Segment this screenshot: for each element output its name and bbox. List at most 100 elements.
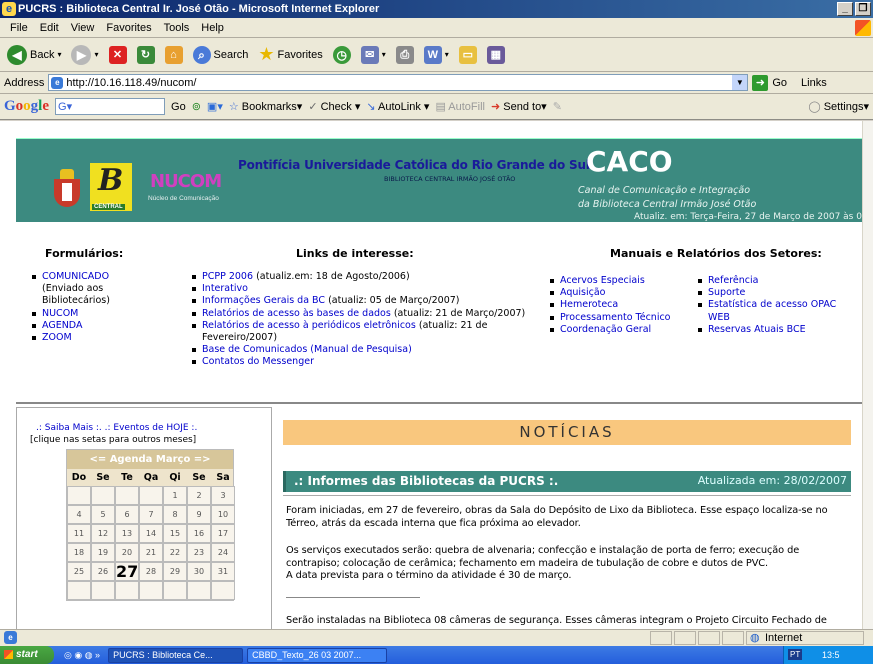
home-button[interactable]: ⌂	[162, 44, 186, 66]
calendar-day[interactable]: 9	[187, 505, 211, 524]
calendar-day[interactable]: 31	[211, 562, 235, 581]
calendar-day[interactable]: 29	[163, 562, 187, 581]
task-word-document[interactable]: CBBD_Texto_26 03 2007...	[247, 647, 388, 663]
autolink-button[interactable]: ↘ AutoLink ▾	[366, 100, 429, 113]
google-tools-icon[interactable]: ▣▾	[207, 100, 223, 113]
calendar-day[interactable]: 24	[211, 543, 235, 562]
minimize-button[interactable]: _	[837, 2, 853, 16]
forward-button[interactable]: ▶ ▾	[68, 43, 101, 67]
menu-file[interactable]: File	[4, 22, 34, 34]
link-agenda[interactable]: AGENDA	[42, 320, 82, 331]
calendar-day[interactable]: 11	[67, 524, 91, 543]
settings-button[interactable]: ◯ Settings▾	[808, 100, 873, 113]
link-zoom[interactable]: ZOOM	[42, 332, 72, 343]
status-cell	[674, 631, 696, 645]
link-informacoes[interactable]: Informações Gerais da BC	[202, 295, 325, 306]
stop-button[interactable]: ✕	[106, 44, 130, 66]
calendar-day[interactable]: 17	[211, 524, 235, 543]
quicklaunch-icons[interactable]: ◎ ◉ ◍ »	[64, 650, 100, 661]
link-base-comunicados[interactable]: Base de Comunicados (Manual de Pesquisa)	[202, 344, 412, 355]
link-reservas[interactable]: Reservas Atuais BCE	[708, 324, 806, 335]
calendar-day[interactable]: 10	[211, 505, 235, 524]
highlight-icon[interactable]: ✎	[553, 100, 562, 113]
calendar-day[interactable]: 3	[211, 486, 235, 505]
check-button[interactable]: ✓ Check ▾	[308, 100, 360, 113]
links-button[interactable]: Links	[801, 77, 827, 89]
calendar-day[interactable]: 28	[139, 562, 163, 581]
autofill-button[interactable]: ▤ AutoFill	[435, 100, 485, 113]
calendar-day[interactable]: 5	[91, 505, 115, 524]
calendar-day[interactable]: 16	[187, 524, 211, 543]
calendar-day[interactable]: 18	[67, 543, 91, 562]
go-button[interactable]: Go	[772, 77, 787, 89]
maximize-button[interactable]: ❐	[855, 2, 871, 16]
link-messenger[interactable]: Contatos do Messenger	[202, 356, 314, 367]
link-hemeroteca[interactable]: Hemeroteca	[560, 299, 618, 310]
address-dropdown-icon[interactable]: ▼	[732, 75, 748, 90]
calendar-day[interactable]: 14	[139, 524, 163, 543]
menu-favorites[interactable]: Favorites	[100, 22, 157, 34]
calendar-day[interactable]: 19	[91, 543, 115, 562]
link-estatistica[interactable]: Estatística de acesso OPAC WEB	[708, 299, 836, 322]
sendto-button[interactable]: ➜ Send to▾	[491, 100, 547, 113]
edit-button[interactable]: W ▾	[421, 44, 452, 66]
link-pcpp[interactable]: PCPP 2006	[202, 271, 253, 282]
link-relatorios-periodicos[interactable]: Relatórios de acesso à periódicos eletrô…	[202, 320, 416, 331]
print-button[interactable]: ⎙	[393, 44, 417, 66]
menu-edit[interactable]: Edit	[34, 22, 65, 34]
bookmarks-button[interactable]: ☆ Bookmarks▾	[229, 100, 302, 113]
link-nucom[interactable]: NUCOM	[42, 308, 78, 319]
calendar-day[interactable]: 6	[115, 505, 139, 524]
google-go-button[interactable]: Go	[171, 101, 186, 113]
calendar-day[interactable]: 12	[91, 524, 115, 543]
calendar-day[interactable]: 4	[67, 505, 91, 524]
calendar-day[interactable]: 22	[163, 543, 187, 562]
news-paragraph-1: Foram iniciadas, em 27 de fevereiro, obr…	[286, 505, 828, 529]
calendar-day[interactable]: 25	[67, 562, 91, 581]
link-comunicado[interactable]: COMUNICADO	[42, 271, 109, 282]
research-button[interactable]: ▦	[484, 44, 508, 66]
link-referencia[interactable]: Referência	[708, 275, 758, 286]
back-button[interactable]: ◀ Back ▾	[4, 43, 64, 67]
mail-button[interactable]: ✉ ▾	[358, 44, 389, 66]
folder-button[interactable]: ▭	[456, 44, 480, 66]
calendar-day[interactable]: 15	[163, 524, 187, 543]
calendar-day[interactable]: 2	[187, 486, 211, 505]
link-suporte[interactable]: Suporte	[708, 287, 745, 298]
menu-view[interactable]: View	[65, 22, 101, 34]
link-acervos[interactable]: Acervos Especiais	[560, 275, 645, 286]
saiba-mais-link[interactable]: .: Saiba Mais :. .: Eventos de HOJE :.	[36, 423, 197, 433]
window-title-bar[interactable]: e PUCRS : Biblioteca Central Ir. José Ot…	[0, 0, 873, 18]
menu-help[interactable]: Help	[195, 22, 230, 34]
link-processamento[interactable]: Processamento Técnico	[560, 312, 671, 323]
calendar-day-today[interactable]: 27	[115, 562, 139, 581]
calendar-day[interactable]: 26	[91, 562, 115, 581]
calendar-day[interactable]: 30	[187, 562, 211, 581]
menu-tools[interactable]: Tools	[158, 22, 196, 34]
search-button[interactable]: ⌕ Search	[190, 44, 252, 66]
refresh-button[interactable]: ↻	[134, 44, 158, 66]
calendar-day[interactable]: 7	[139, 505, 163, 524]
calendar-day[interactable]: 8	[163, 505, 187, 524]
link-relatorios-bases[interactable]: Relatórios de acesso às bases de dados	[202, 308, 391, 319]
go-arrow-icon[interactable]: ➜	[752, 74, 769, 91]
calendar-day[interactable]: 21	[139, 543, 163, 562]
history-button[interactable]: ◷	[330, 44, 354, 66]
address-input[interactable]: e http://10.16.118.49/nucom/ ▼	[48, 74, 749, 91]
calendar-day[interactable]: 20	[115, 543, 139, 562]
google-logo[interactable]: Google	[4, 98, 49, 115]
google-search-input[interactable]: G▾	[55, 98, 166, 115]
windows-logo-icon	[855, 20, 871, 36]
vertical-scrollbar[interactable]	[862, 121, 873, 629]
calendar-day[interactable]: 23	[187, 543, 211, 562]
start-button[interactable]: start	[0, 646, 54, 664]
calendar-day[interactable]: 13	[115, 524, 139, 543]
task-ie-window[interactable]: PUCRS : Biblioteca Ce...	[108, 647, 244, 663]
favorites-button[interactable]: ★ Favorites	[255, 42, 325, 67]
link-coordenacao[interactable]: Coordenação Geral	[560, 324, 651, 335]
link-interativo[interactable]: Interativo	[202, 283, 248, 294]
link-aquisicao[interactable]: Aquisição	[560, 287, 605, 298]
calendar-day[interactable]: 1	[163, 486, 187, 505]
language-indicator[interactable]: PT	[788, 649, 803, 660]
calendar-month-nav[interactable]: <= Agenda Março =>	[67, 450, 233, 469]
